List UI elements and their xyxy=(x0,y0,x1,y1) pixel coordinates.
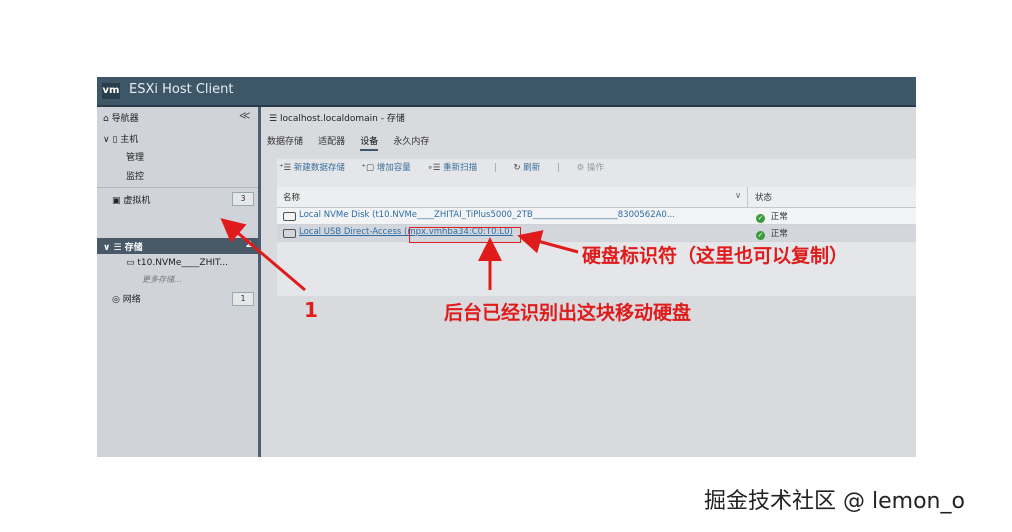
table-row[interactable]: Local NVMe Disk (t10.NVMe____ZHITAI_TiPl… xyxy=(277,208,916,225)
navigator-header: ⌂ 导航器 xyxy=(103,111,139,124)
table-row[interactable]: Local USB Direct-Access (mpx.vmhba34:C0:… xyxy=(277,225,916,242)
storage-disk-label: t10.NVMe____ZHIT... xyxy=(137,258,229,268)
actions-button[interactable]: ⚙ 操作 xyxy=(577,161,604,173)
annotation-identifier: 硬盘标识符（这里也可以复制） xyxy=(582,245,849,267)
navigator-label: 导航器 xyxy=(111,114,139,124)
device-name-link[interactable]: Local NVMe Disk (t10.NVMe____ZHITAI_TiPl… xyxy=(299,210,675,220)
check-icon: ✓ xyxy=(756,231,765,240)
column-name[interactable]: 名称 xyxy=(283,191,300,203)
collapse-icon[interactable]: ≪ xyxy=(239,109,251,122)
sidebar-item-storage[interactable]: ∨ ☰ 存储 xyxy=(103,240,143,253)
host-label: 主机 xyxy=(120,135,139,145)
sidebar-separator xyxy=(97,187,258,188)
gear-icon: ⚙ xyxy=(576,163,585,173)
check-icon: ✓ xyxy=(756,214,765,223)
sidebar-item-manage[interactable]: 管理 xyxy=(126,150,144,163)
table-header: 名称 ∨ 状态 xyxy=(277,187,916,208)
identifier-highlight-box xyxy=(409,227,521,243)
tab-bar: 数据存储 适配器 设备 永久内存 xyxy=(267,129,439,151)
vms-label: 虚拟机 xyxy=(123,196,151,206)
vm-icon: ▣ xyxy=(112,196,121,206)
refresh-icon: ↻ xyxy=(513,163,521,173)
breadcrumb-text: localhost.localdomain - 存储 xyxy=(279,114,405,124)
increase-icon: ⁺▢ xyxy=(361,163,375,173)
state-label: 正常 xyxy=(770,229,788,239)
rescan-button[interactable]: ∘☰ 重新扫描 xyxy=(427,161,477,173)
column-state[interactable]: 状态 xyxy=(755,191,772,203)
network-count-badge: 1 xyxy=(232,292,254,306)
chevron-down-icon: ∨ xyxy=(103,243,111,253)
main-content: ☰ localhost.localdomain - 存储 数据存储 适配器 设备… xyxy=(261,107,916,457)
actions-label: 操作 xyxy=(586,163,604,173)
sidebar-item-monitor[interactable]: 监控 xyxy=(126,169,144,182)
tab-datastores[interactable]: 数据存储 xyxy=(267,134,303,149)
rescan-icon: ∘☰ xyxy=(427,163,441,173)
toolbar: ⁺☰ 新建数据存储 ⁺▢ 增加容量 ∘☰ 重新扫描 | ↻ 刷新 | ⚙ 操作 xyxy=(279,161,618,179)
server-icon: ▯ xyxy=(112,135,118,145)
add-database-icon: ⁺☰ xyxy=(279,163,292,173)
network-icon: ◎ xyxy=(112,295,120,305)
toolbar-separator: | xyxy=(493,163,497,173)
refresh-button[interactable]: ↻ 刷新 xyxy=(513,161,540,173)
devices-panel: ⁺☰ 新建数据存储 ⁺▢ 增加容量 ∘☰ 重新扫描 | ↻ 刷新 | ⚙ 操作 … xyxy=(277,159,916,296)
chevron-down-icon: ∨ xyxy=(103,135,110,145)
new-datastore-label: 新建数据存储 xyxy=(293,163,345,173)
home-icon: ⌂ xyxy=(103,114,109,124)
more-storage-link[interactable]: 更多存储... xyxy=(142,274,182,285)
sort-chevron-icon[interactable]: ∨ xyxy=(735,191,741,201)
vm-logo: vm xyxy=(102,83,120,99)
database-icon: ☰ xyxy=(113,243,122,253)
watermark: 掘金技术社区 @ lemon_o xyxy=(704,489,965,514)
sidebar-item-network[interactable]: ◎ 网络 xyxy=(112,292,141,305)
device-state: ✓ 正常 xyxy=(756,210,788,223)
refresh-label: 刷新 xyxy=(523,163,541,173)
sidebar-item-storage-disk[interactable]: ▭ t10.NVMe____ZHIT... xyxy=(126,258,228,268)
column-divider xyxy=(747,187,748,207)
title-bar: vm ESXi Host Client xyxy=(97,77,916,105)
annotation-recognized: 后台已经识别出这块移动硬盘 xyxy=(444,302,692,324)
database-icon: ☰ xyxy=(269,114,278,124)
tab-devices[interactable]: 设备 xyxy=(360,134,379,151)
app-title: ESXi Host Client xyxy=(129,82,234,97)
tab-persistent-memory[interactable]: 永久内存 xyxy=(393,134,429,149)
network-label: 网络 xyxy=(122,295,141,305)
tab-adapters[interactable]: 适配器 xyxy=(318,134,345,149)
navigator-sidebar: ⌂ 导航器 ≪ ∨ ▯ 主机 管理 监控 ▣ 虚拟机 3 ∨ ☰ 存储 2 ▭ … xyxy=(97,107,261,457)
device-state: ✓ 正常 xyxy=(756,227,788,240)
increase-capacity-label: 增加容量 xyxy=(376,163,411,173)
rescan-label: 重新扫描 xyxy=(443,163,478,173)
disk-icon: ▭ xyxy=(126,258,135,268)
vms-count-badge: 3 xyxy=(232,192,254,206)
increase-capacity-button[interactable]: ⁺▢ 增加容量 xyxy=(362,161,411,173)
breadcrumb: ☰ localhost.localdomain - 存储 xyxy=(269,111,405,124)
toolbar-separator: | xyxy=(556,163,560,173)
disk-icon xyxy=(283,212,296,221)
sidebar-item-host[interactable]: ∨ ▯ 主机 xyxy=(103,132,138,145)
annotation-number: 1 xyxy=(304,298,318,322)
storage-label: 存储 xyxy=(124,243,143,253)
sidebar-item-vms[interactable]: ▣ 虚拟机 xyxy=(112,193,150,206)
disk-icon xyxy=(283,229,296,238)
state-label: 正常 xyxy=(770,212,788,222)
storage-count-badge: 2 xyxy=(245,240,252,250)
new-datastore-button[interactable]: ⁺☰ 新建数据存储 xyxy=(279,161,345,173)
